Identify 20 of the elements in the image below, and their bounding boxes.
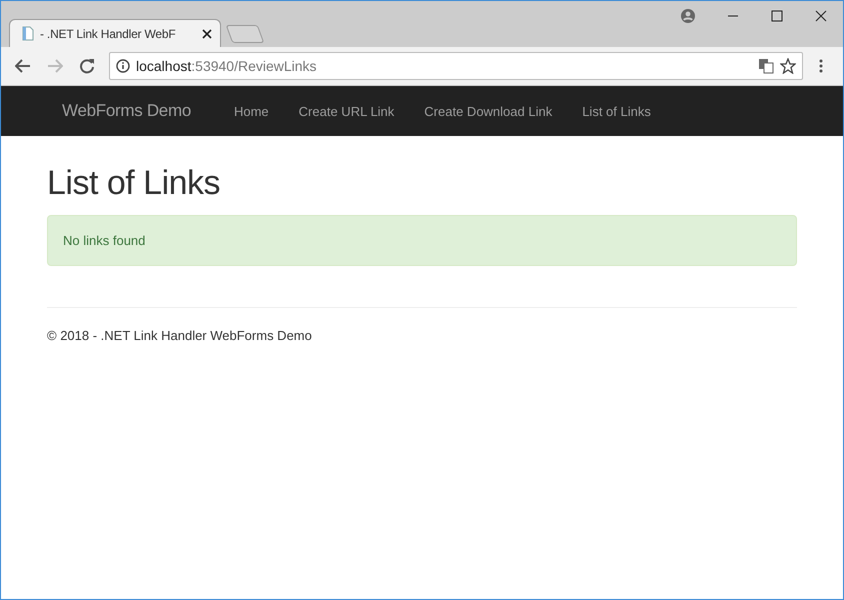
- maximize-icon[interactable]: [771, 10, 783, 22]
- info-icon[interactable]: [116, 59, 130, 73]
- account-icon[interactable]: [681, 9, 695, 23]
- document-icon: [22, 26, 34, 41]
- close-icon[interactable]: [202, 28, 212, 38]
- star-icon[interactable]: [780, 58, 796, 74]
- page-heading: List of Links: [47, 164, 222, 203]
- browser-tab[interactable]: - .NET Link Handler WebF: [9, 19, 221, 47]
- address-bar[interactable]: localhost:53940/ReviewLinks: [109, 52, 803, 80]
- nav-link[interactable]: Create URL Link: [284, 104, 410, 118]
- reload-icon[interactable]: [79, 58, 95, 74]
- close-icon[interactable]: [815, 10, 827, 22]
- translate-icon[interactable]: [758, 58, 774, 74]
- footer-text: © 2018 - .NET Link Handler WebForms Demo: [47, 328, 313, 343]
- brand-link[interactable]: WebForms Demo: [62, 101, 191, 121]
- nav-link[interactable]: Home: [218, 104, 284, 118]
- back-icon[interactable]: [15, 59, 31, 73]
- nav-link[interactable]: List of Links: [567, 104, 666, 118]
- nav-link[interactable]: Create Download Link: [409, 104, 568, 118]
- alert-message: No links found: [47, 215, 797, 266]
